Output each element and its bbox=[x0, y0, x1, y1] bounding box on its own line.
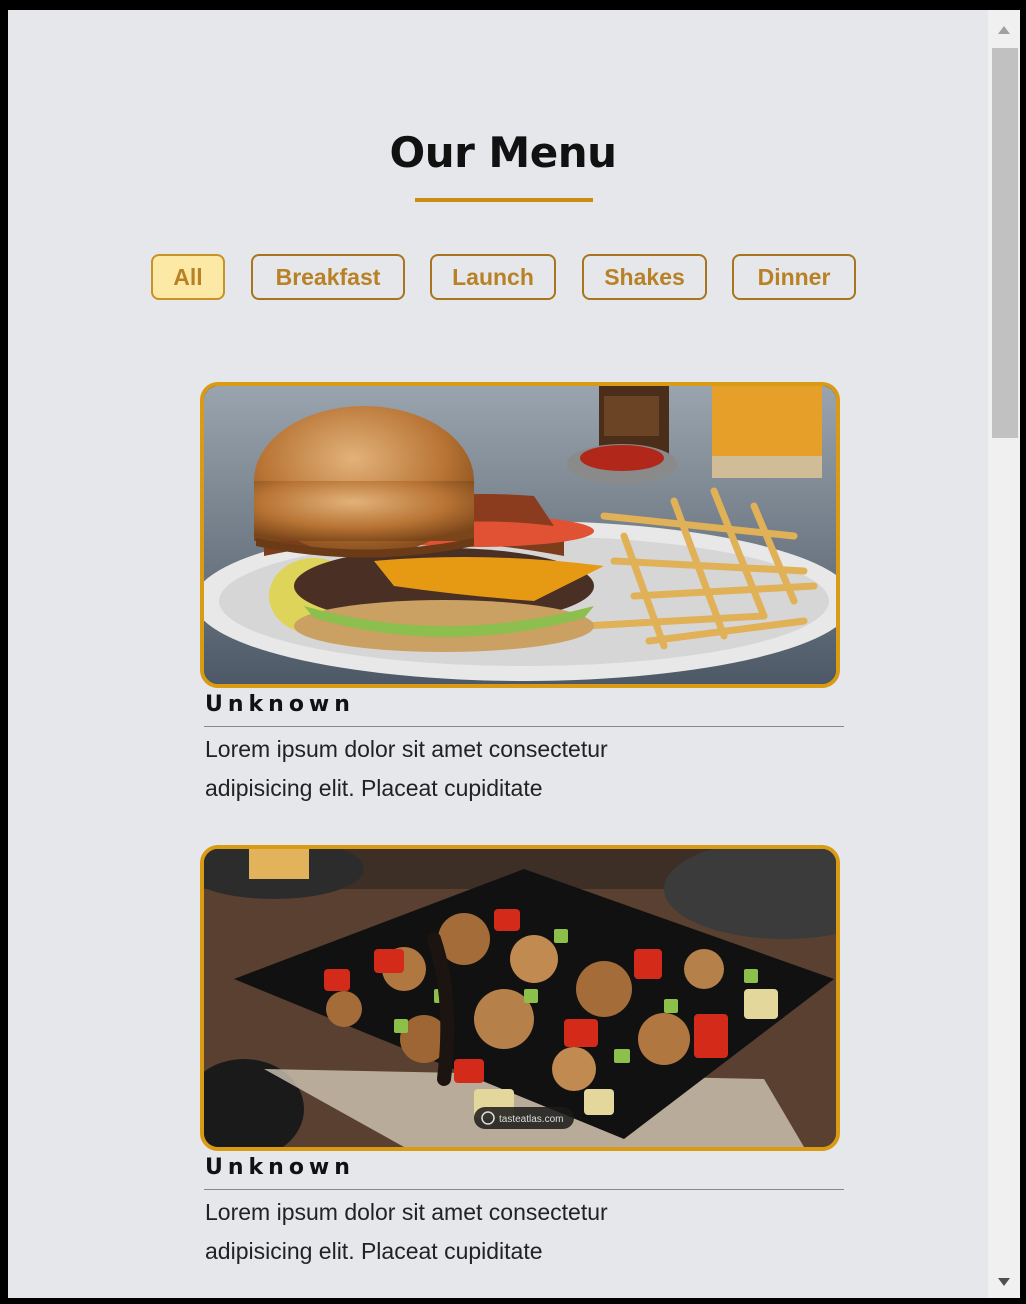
card-divider bbox=[204, 1189, 844, 1190]
filter-launch-button[interactable]: Launch bbox=[430, 254, 556, 300]
browser-window: Our Menu All Breakfast Launch Shakes Din… bbox=[8, 10, 1020, 1298]
card-divider bbox=[204, 726, 844, 727]
page-title: Our Menu bbox=[389, 128, 617, 177]
image-watermark: tasteatlas.com bbox=[499, 1114, 563, 1125]
scroll-down-arrow-icon[interactable] bbox=[988, 1266, 1020, 1298]
menu-page: Our Menu All Breakfast Launch Shakes Din… bbox=[8, 10, 988, 1298]
menu-item-image-burger[interactable] bbox=[200, 382, 840, 688]
kung-pao-chicken-image: tasteatlas.com bbox=[204, 849, 836, 1147]
filter-all-button[interactable]: All bbox=[151, 254, 225, 300]
filter-shakes-button[interactable]: Shakes bbox=[582, 254, 707, 300]
scrollbar-thumb[interactable] bbox=[992, 48, 1018, 438]
menu-item-description: Lorem ipsum dolor sit amet consectetur a… bbox=[205, 736, 608, 801]
scroll-up-arrow-icon[interactable] bbox=[988, 14, 1020, 46]
menu-item-title: Unknown bbox=[205, 1155, 355, 1180]
burger-with-fries-image bbox=[204, 386, 836, 684]
vertical-scrollbar[interactable] bbox=[988, 10, 1020, 1298]
menu-item-image-kungpao[interactable]: tasteatlas.com bbox=[200, 845, 840, 1151]
filter-breakfast-button[interactable]: Breakfast bbox=[251, 254, 405, 300]
menu-item-title: Unknown bbox=[205, 692, 355, 717]
filter-dinner-button[interactable]: Dinner bbox=[732, 254, 856, 300]
menu-item-description: Lorem ipsum dolor sit amet consectetur a… bbox=[205, 1199, 608, 1264]
filter-bar: All Breakfast Launch Shakes Dinner bbox=[8, 254, 988, 306]
title-underline bbox=[415, 198, 593, 202]
